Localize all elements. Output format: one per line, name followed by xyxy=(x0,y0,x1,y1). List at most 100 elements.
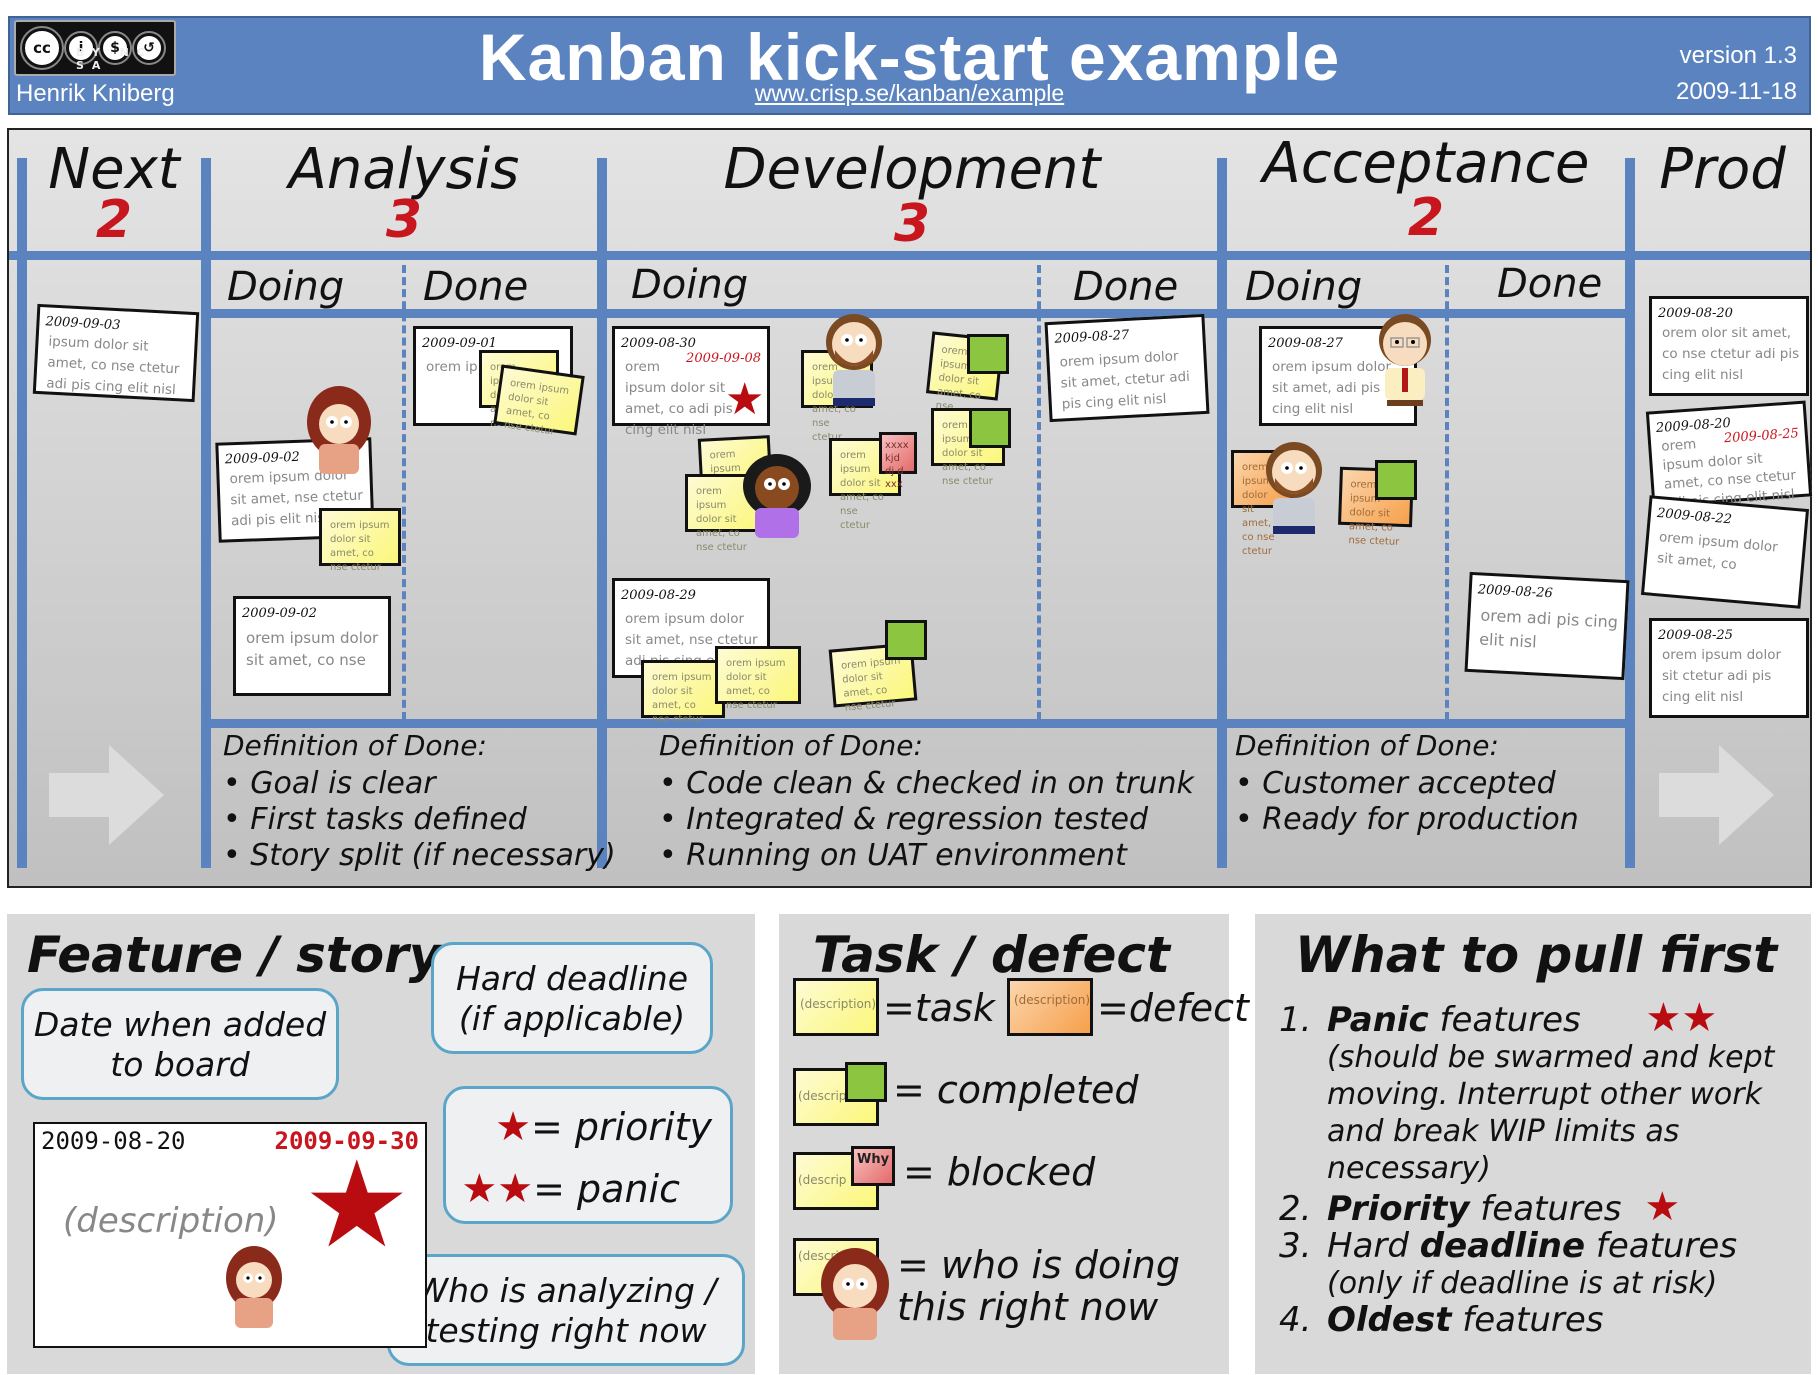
dod-title: Definition of Done: xyxy=(223,729,487,762)
kanban-board: Next 2 Analysis 3 Development 3 Acceptan… xyxy=(7,128,1813,888)
column-title-acceptance: Acceptance xyxy=(1262,131,1590,196)
feature-card[interactable]: 2009-08-20 orem olor sit amet, co nse ct… xyxy=(1649,296,1809,396)
task-card[interactable]: orem ipsum dolor sit amet, co nse ctetur xyxy=(493,364,585,437)
version-date: 2009-11-18 xyxy=(1676,78,1797,105)
completed-marker xyxy=(845,1062,887,1102)
dod-item: Ready for production xyxy=(1262,802,1579,837)
card-date: 2009-09-01 xyxy=(422,336,497,351)
card-date: 2009-08-27 xyxy=(1054,327,1130,347)
dod-item: Goal is clear xyxy=(250,766,436,801)
feature-card[interactable]: 2009-08-22 orem ipsum dolor sit amet, co xyxy=(1640,495,1810,609)
card-date: 2009-09-03 xyxy=(45,314,121,334)
legend-feature-story: Feature / story Date when added to board… xyxy=(7,914,755,1374)
card-text: orem ipsum dolor sit amet, co xyxy=(1656,529,1779,574)
person-avatar xyxy=(1259,438,1329,542)
panic-stars-icon: ★★ xyxy=(461,1166,534,1212)
feature-card[interactable]: 2009-09-03 ipsum dolor sit amet, co nse … xyxy=(32,303,200,403)
priority-star-icon: ★ xyxy=(303,1136,411,1275)
card-date: 2009-08-27 xyxy=(1268,336,1343,351)
column-title-prod: Prod xyxy=(1659,137,1786,202)
wip-limit-analysis: 3 xyxy=(385,190,423,250)
who-line-1: = who is doing xyxy=(897,1243,1180,1287)
pull-item: 1. Panic features ★★ xyxy=(1279,995,1718,1041)
version-info: version 1.3 2009-11-18 xyxy=(1676,38,1797,110)
who-line-2: this right now xyxy=(897,1285,1159,1329)
card-date: 2009-09-02 xyxy=(224,449,301,468)
task-card[interactable]: orem ipsum dolor sit amet, co nse ctetur xyxy=(319,508,401,573)
card-date: 2009-08-25 xyxy=(1658,628,1733,643)
priority-star-icon: ★ xyxy=(725,374,765,425)
subcolumn-divider xyxy=(1037,265,1041,720)
header-banner: cc i $ ↺ BY NC SA Henrik Kniberg Kanban … xyxy=(8,16,1811,115)
dod-title: Definition of Done: xyxy=(659,729,923,762)
definition-of-done-development: Definition of Done: • Code clean & check… xyxy=(659,729,1194,873)
subcolumn-analysis-done: Done xyxy=(423,264,529,310)
legend-pull-order: What to pull first 1. Panic features ★★ (… xyxy=(1255,914,1811,1374)
task-card[interactable]: orem ipsum dolor sit amet, co nse ctetur xyxy=(641,660,725,725)
subcolumn-divider xyxy=(402,265,406,720)
pull-priority-list: 1. Panic features ★★ (should be swarmed a… xyxy=(1279,998,1799,1339)
feature-card[interactable]: 2009-08-20 2009-08-25 orem ipsum dolor s… xyxy=(1645,400,1813,512)
wip-limit-next: 2 xyxy=(95,190,133,250)
feature-card[interactable]: 2009-08-26 orem adi pis cing elit nisl xyxy=(1464,571,1630,681)
completed-marker xyxy=(967,334,1009,374)
dod-item: Customer accepted xyxy=(1262,766,1556,801)
definition-of-done-acceptance: Definition of Done: • Customer accepted … xyxy=(1235,729,1579,837)
person-avatar xyxy=(1373,310,1437,414)
flow-arrow-icon xyxy=(49,745,164,845)
column-title-development: Development xyxy=(723,137,1101,202)
defect-sample: (description) xyxy=(1007,978,1093,1036)
task-card[interactable]: orem ipsum dolor sit amet, co nse ctetur xyxy=(715,646,801,711)
board-divider xyxy=(1625,158,1635,868)
card-text: orem ipsum dolor sit amet, co nse xyxy=(246,629,379,669)
person-avatar xyxy=(819,310,889,414)
legend-title: Task / defect xyxy=(813,926,1170,984)
card-date: 2009-08-26 xyxy=(1477,582,1554,602)
task-sample: (description) xyxy=(793,978,879,1036)
card-date: 2009-09-02 xyxy=(242,606,317,621)
callout-date-added: Date when added to board xyxy=(21,988,339,1100)
card-text: orem ipsum dolor sit ctetur adi pis cing… xyxy=(1662,647,1782,705)
board-divider xyxy=(1217,158,1227,868)
subcolumn-acc-doing: Doing xyxy=(1245,264,1363,310)
feature-card[interactable]: 2009-08-25 orem ipsum dolor sit ctetur a… xyxy=(1649,618,1809,718)
dod-item: First tasks defined xyxy=(250,802,527,837)
person-avatar xyxy=(299,382,379,486)
dod-title: Definition of Done: xyxy=(1235,729,1499,762)
card-text: ipsum dolor sit amet, co nse ctetur adi … xyxy=(45,333,180,399)
feature-card[interactable]: 2009-09-02 orem ipsum dolor sit amet, co… xyxy=(233,596,391,696)
completed-label: = completed xyxy=(893,1068,1139,1112)
callout-who-analyzing: Who is analyzing / testing right now xyxy=(387,1254,745,1366)
blocked-label: = blocked xyxy=(903,1150,1096,1194)
dod-item: Running on UAT environment xyxy=(686,838,1127,873)
priority-star-icon: ★ xyxy=(1644,1184,1681,1230)
subcolumn-acc-done: Done xyxy=(1497,261,1603,307)
pull-item: 4. Oldest features xyxy=(1279,1300,1604,1340)
pull-item-note: (only if deadline is at risk) xyxy=(1327,1266,1718,1301)
feature-card[interactable]: 2009-08-27 orem ipsum dolor sit amet, ct… xyxy=(1044,313,1210,423)
legend-task-defect: Task / defect (description) =task (descr… xyxy=(779,914,1249,1374)
priority-star-icon: ★ xyxy=(495,1104,531,1150)
card-date: 2009-08-22 xyxy=(1656,505,1733,528)
version-label: version 1.3 xyxy=(1679,42,1797,69)
example-card-date: 2009-08-20 xyxy=(41,1127,186,1155)
person-avatar xyxy=(219,1244,289,1338)
dod-item: Integrated & regression tested xyxy=(686,802,1149,837)
definition-of-done-analysis: Definition of Done: • Goal is clear • Fi… xyxy=(223,729,616,873)
pull-item: 3. Hard deadline features xyxy=(1279,1226,1738,1266)
person-avatar xyxy=(739,448,815,552)
blocked-marker: xxxx kjd dj d xxx xyxy=(879,432,917,490)
flow-arrow-icon xyxy=(1659,745,1774,845)
example-url-link[interactable]: www.crisp.se/kanban/example xyxy=(10,80,1809,107)
subcolumn-dev-done: Done xyxy=(1073,264,1179,310)
card-text: orem olor sit amet, co nse ctetur adi pi… xyxy=(1662,325,1800,383)
card-text: orem ipsum dolor sit amet, co adi pis ci… xyxy=(426,359,478,375)
card-deadline: 2009-09-08 xyxy=(686,351,761,366)
board-dod-divider xyxy=(201,719,1625,728)
pull-item-note: (should be swarmed and kept moving. Inte… xyxy=(1327,1040,1775,1186)
subcolumn-divider xyxy=(1445,265,1449,720)
who-is-doing-label: = who is doing this right now xyxy=(897,1244,1180,1328)
board-divider xyxy=(17,158,27,868)
card-text: orem ipsum dolor sit amet, ctetur adi pi… xyxy=(1059,348,1191,413)
priority-label: = priority xyxy=(530,1105,712,1149)
